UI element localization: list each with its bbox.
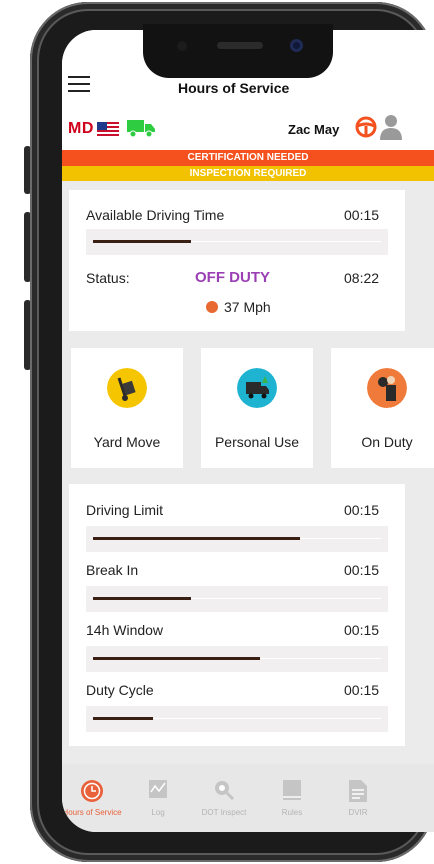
menu-icon[interactable] — [68, 76, 90, 92]
clock-icon — [81, 780, 103, 802]
personal-use-button[interactable]: Personal Use — [201, 348, 313, 468]
limit-progress-fill — [93, 597, 191, 600]
driving-time-card: Available Driving Time 00:15 Status: OFF… — [69, 190, 405, 331]
personal-use-label: Personal Use — [214, 434, 300, 450]
limit-progress-fill — [93, 537, 300, 540]
limit-progress — [86, 586, 388, 612]
available-driving-progress-fill — [93, 240, 191, 243]
earpiece-speaker — [217, 42, 263, 49]
limit-progress-fill — [93, 717, 153, 720]
tab-dot-inspect[interactable]: DOT Inspect — [194, 764, 254, 824]
phone-notch — [143, 24, 333, 78]
available-driving-progress-track — [191, 241, 381, 242]
limit-label: Duty Cycle — [86, 682, 154, 698]
tab-label-log: Log — [151, 808, 165, 817]
limit-label: Break In — [86, 562, 139, 578]
status-time: 08:22 — [344, 270, 380, 286]
limit-value: 00:15 — [344, 682, 380, 698]
tab-label-dvir: DVIR — [348, 808, 368, 817]
page-title: Hours of Service — [178, 80, 290, 96]
speedometer-icon — [206, 301, 218, 313]
document-icon — [349, 780, 367, 802]
limit-progress-track — [153, 718, 381, 719]
limit-value: 00:15 — [344, 502, 380, 518]
tab-dvir[interactable]: DVIR — [328, 764, 388, 824]
dolly-icon — [107, 368, 147, 408]
driver-name: Zac May — [288, 122, 340, 137]
hos-limits-card: Driving Limit 00:15 Break In 00:15 14h Windo… — [69, 484, 405, 746]
limit-value: 00:15 — [344, 622, 380, 638]
inspection-banner[interactable]: INSPECTION REQUIRED — [62, 166, 434, 181]
on-duty-button[interactable]: On Duty — [331, 348, 434, 468]
limit-progress — [86, 646, 388, 672]
yard-move-button[interactable]: Yard Move — [71, 348, 183, 468]
tab-hours-of-service[interactable]: Hours of Service — [62, 764, 122, 824]
book-icon — [283, 780, 301, 800]
limit-progress-track — [300, 538, 381, 539]
us-flag-icon — [97, 122, 119, 136]
limit-label: Driving Limit — [86, 502, 164, 518]
limit-progress-track — [260, 658, 381, 659]
tab-rules[interactable]: Rules — [262, 764, 322, 824]
tab-label-hours-of-service: Hours of Service — [62, 808, 122, 817]
speed-value: 37 Mph — [224, 299, 271, 315]
available-driving-value: 00:15 — [344, 207, 380, 223]
driver-bar: MD Zac May — [62, 106, 434, 150]
tab-log[interactable]: Log — [128, 764, 188, 824]
certification-banner[interactable]: CERTIFICATION NEEDED — [62, 150, 434, 166]
yard-move-label: Yard Move — [93, 434, 161, 450]
limit-label: 14h Window — [86, 622, 164, 638]
speed-readout: 37 Mph — [206, 299, 271, 315]
truck-icon[interactable] — [127, 118, 155, 138]
front-camera — [290, 39, 303, 52]
on-duty-label: On Duty — [361, 434, 413, 450]
limit-progress-fill — [93, 657, 260, 660]
limit-progress — [86, 526, 388, 552]
app-screen: Hours of Service MD Zac May CERTIFICATIO… — [62, 30, 434, 832]
steering-wheel-icon[interactable] — [355, 116, 377, 138]
bottom-tab-bar: Hours of Service Log DOT Inspect Rules D… — [62, 764, 434, 832]
available-driving-progress — [86, 229, 388, 255]
limit-progress — [86, 706, 388, 732]
search-icon — [215, 781, 234, 800]
limit-value: 00:15 — [344, 562, 380, 578]
chart-icon — [149, 780, 167, 798]
status-label: Status: — [86, 270, 130, 286]
person-icon[interactable] — [380, 114, 402, 140]
limit-progress-track — [191, 598, 381, 599]
personal-truck-icon — [237, 368, 277, 408]
sensor-dot — [177, 41, 187, 51]
worker-clock-icon — [367, 368, 407, 408]
state-code: MD — [68, 120, 94, 137]
status-value[interactable]: OFF DUTY — [195, 269, 270, 286]
tab-label-dot-inspect: DOT Inspect — [201, 808, 247, 817]
available-driving-label: Available Driving Time — [86, 207, 225, 223]
tab-label-rules: Rules — [281, 808, 303, 817]
